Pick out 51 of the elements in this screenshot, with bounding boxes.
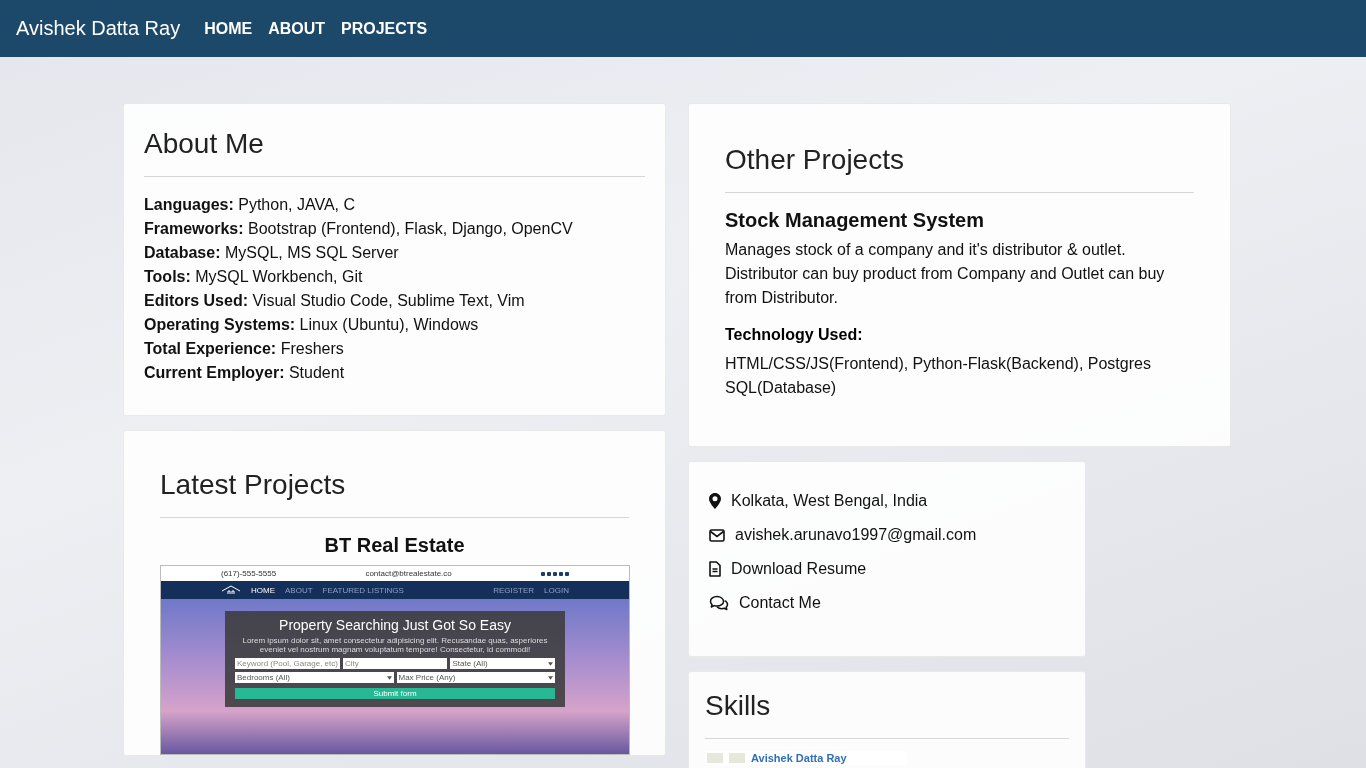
- house-logo-icon: [221, 585, 241, 595]
- card-title: Other Projects: [725, 143, 905, 177]
- location-text: Kolkata, West Bengal, India: [731, 492, 928, 510]
- input-field[interactable]: City: [342, 658, 448, 669]
- contact-link[interactable]: Download Resume: [731, 560, 867, 578]
- project-description: Manages stock of a company and it's distributor & outlet. Distributor can buy product from Company and Outlet can buy from Distributor.: [725, 240, 1166, 308]
- account-link[interactable]: LOGIN: [544, 585, 569, 595]
- fact-line: Operating Systems: Linux (Ubuntu), Windows: [144, 315, 480, 335]
- select-field[interactable]: State (All): [450, 658, 555, 669]
- fact-line: Total Experience: Freshers: [144, 339, 345, 359]
- nav-link[interactable]: FEATURED LISTINGS: [322, 585, 404, 595]
- image-block: [707, 753, 723, 763]
- chat-bubbles-icon: [709, 595, 729, 611]
- technology-list: HTML/CSS/JS(Frontend), Python-Flask(Backend), Postgres SQL(Database): [725, 352, 1194, 400]
- document-icon: [709, 561, 721, 577]
- envelope-icon: [709, 528, 725, 542]
- nav-link[interactable]: ABOUT: [268, 19, 326, 38]
- caret-icon: [548, 675, 553, 680]
- fact-line: Editors Used: Visual Studio Code, Sublime Text, Vim: [144, 291, 526, 311]
- fact-line: Languages: Python, JAVA, C: [144, 195, 357, 215]
- fact-line: Database: MySQL, MS SQL Server: [144, 243, 400, 263]
- contact-link[interactable]: Contact Me: [739, 594, 821, 612]
- account-link[interactable]: REGISTER: [493, 585, 535, 595]
- fact-line: Current Employer: Student: [144, 363, 346, 383]
- technology-heading: Technology Used:: [725, 326, 864, 344]
- card-title: Latest Projects: [160, 468, 347, 502]
- select-field[interactable]: Bedrooms (All): [235, 672, 394, 683]
- hero-text: Lorem ipsum dolor sit, amet consectetur adipisicing elit. Recusandae quas, asperiores eveniet vel nostrum magnam voluptatum tempore! Consectetur, id commodi!: [241, 636, 549, 654]
- social-icons: [541, 571, 569, 576]
- nav-link[interactable]: PROJECTS: [341, 19, 428, 38]
- contact-link[interactable]: avishek.arunavo1997@gmail.com: [735, 526, 977, 544]
- email-text: contact@btrealestate.co: [365, 569, 452, 578]
- card-title: Skills: [705, 689, 772, 723]
- input-field[interactable]: Keyword (Pool, Garage, etc): [235, 658, 340, 669]
- fact-line: Tools: MySQL Workbench, Git: [144, 267, 364, 287]
- project-title: BT Real Estate: [323, 534, 466, 557]
- caret-icon: [386, 675, 392, 680]
- nav-link[interactable]: HOME: [251, 585, 275, 595]
- stats-name: Avishek Datta Ray: [751, 752, 847, 764]
- site-brand[interactable]: Avishek Datta Ray: [16, 17, 181, 40]
- hero-heading: Property Searching Just Got So Easy: [278, 617, 512, 633]
- caret-icon: [548, 661, 553, 666]
- fact-line: Frameworks: Bootstrap (Frontend), Flask, Django, OpenCV: [144, 219, 574, 239]
- nav-link[interactable]: ABOUT: [285, 585, 313, 595]
- nav-link[interactable]: HOME: [204, 19, 253, 38]
- card-title: About Me: [144, 127, 265, 161]
- phone-text: (617)-555-5555: [221, 569, 277, 578]
- select-field[interactable]: Max Price (Any): [396, 672, 555, 683]
- image-block: [729, 753, 745, 763]
- map-pin-icon: [709, 493, 721, 509]
- project-title: Stock Management System: [725, 209, 985, 232]
